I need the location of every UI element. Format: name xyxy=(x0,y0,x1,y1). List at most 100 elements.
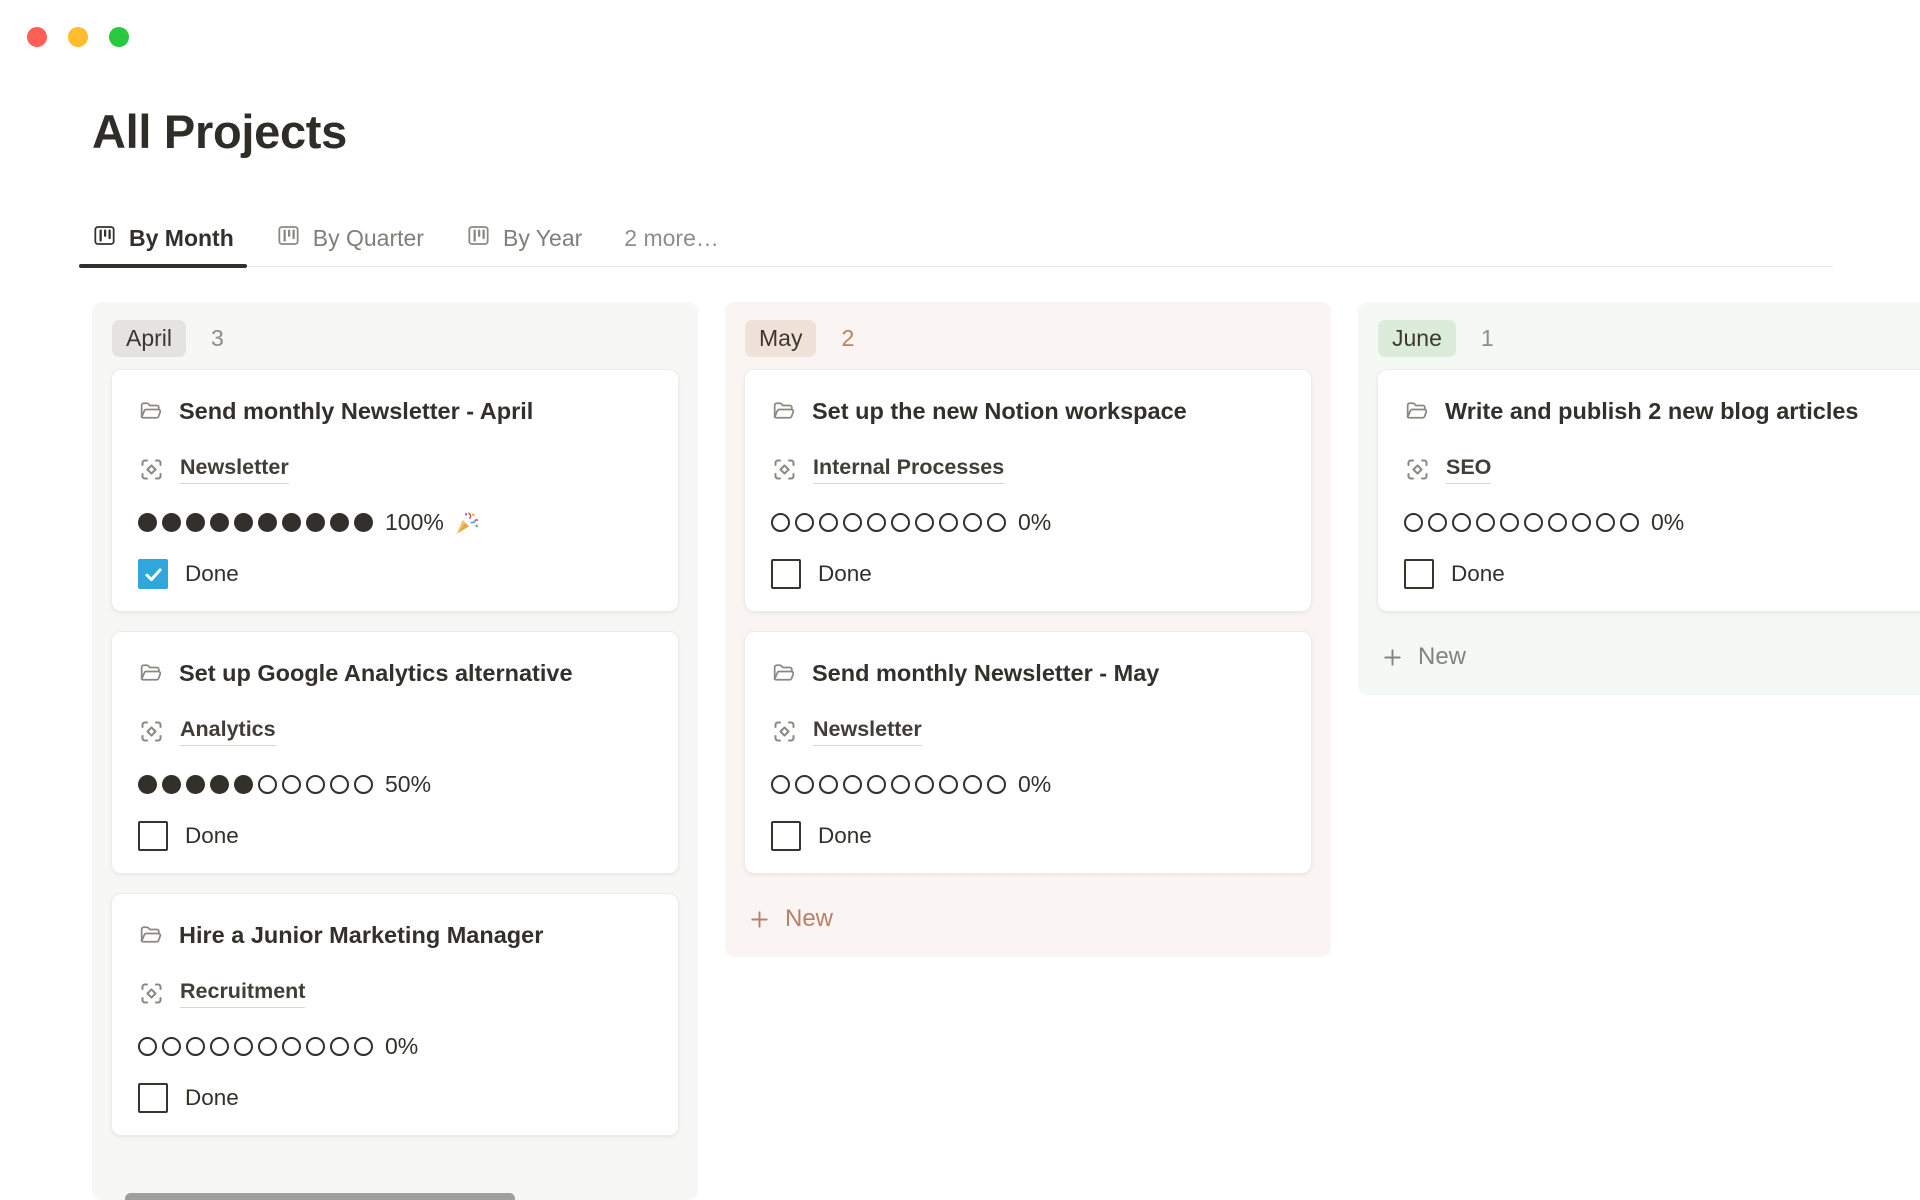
relation-tag[interactable]: Analytics xyxy=(180,717,276,746)
progress-dot xyxy=(1572,513,1591,532)
new-button-label: New xyxy=(1418,643,1466,671)
progress-dot xyxy=(987,513,1006,532)
open-folder-icon xyxy=(771,659,797,697)
progress-percent: 0% xyxy=(1651,509,1684,536)
progress-indicator: 0% xyxy=(1404,509,1918,536)
project-card[interactable]: Set up the new Notion workspaceInternal … xyxy=(744,369,1312,612)
progress-dot xyxy=(891,513,910,532)
progress-dot xyxy=(234,513,253,532)
zoom-window-button[interactable] xyxy=(109,27,129,47)
card-tag-row: SEO xyxy=(1404,455,1918,484)
progress-dot xyxy=(234,1037,253,1056)
relation-icon xyxy=(138,980,165,1007)
open-folder-icon xyxy=(771,397,797,435)
done-label: Done xyxy=(185,561,239,587)
board-view-icon xyxy=(276,223,301,254)
card-title: Send monthly Newsletter - May xyxy=(812,660,1159,686)
done-checkbox-unchecked[interactable] xyxy=(138,821,168,851)
project-card[interactable]: Set up Google Analytics alternativeAnaly… xyxy=(111,631,679,874)
column-cards: Set up the new Notion workspaceInternal … xyxy=(725,369,1331,874)
tabs-more-button[interactable]: 2 more… xyxy=(624,210,719,266)
column-header: April3 xyxy=(92,302,698,369)
progress-dot xyxy=(1476,513,1495,532)
relation-tag[interactable]: Recruitment xyxy=(180,979,305,1008)
tab-by-month[interactable]: By Month xyxy=(92,210,234,266)
progress-dot xyxy=(258,513,277,532)
done-checkbox-unchecked[interactable] xyxy=(1404,559,1434,589)
relation-icon xyxy=(138,718,165,745)
relation-tag[interactable]: Newsletter xyxy=(813,717,922,746)
column-title-pill[interactable]: April xyxy=(112,320,186,357)
plus-icon xyxy=(1381,646,1404,669)
minimize-window-button[interactable] xyxy=(68,27,88,47)
progress-dot xyxy=(282,1037,301,1056)
progress-dot xyxy=(963,775,982,794)
progress-dot xyxy=(1452,513,1471,532)
add-new-card-button[interactable]: New xyxy=(725,893,1331,957)
column-card-count: 1 xyxy=(1481,325,1494,352)
project-card[interactable]: Send monthly Newsletter - April Newslette… xyxy=(111,369,679,612)
progress-dot xyxy=(1500,513,1519,532)
progress-dot xyxy=(795,775,814,794)
column-title-pill[interactable]: June xyxy=(1378,320,1456,357)
progress-indicator: 0% xyxy=(771,771,1285,798)
window-controls xyxy=(27,27,129,47)
relation-tag[interactable]: SEO xyxy=(1446,455,1491,484)
done-checkbox-checked[interactable] xyxy=(138,559,168,589)
progress-dot xyxy=(210,775,229,794)
progress-dot xyxy=(771,775,790,794)
party-popper-icon xyxy=(453,509,480,536)
tab-label: By Month xyxy=(129,225,234,252)
tabs-more-label: 2 more… xyxy=(624,225,719,252)
column-header: June 1 xyxy=(1358,302,1920,369)
done-property-row: Done xyxy=(138,559,652,589)
project-card[interactable]: Send monthly Newsletter - May Newsletter 0… xyxy=(744,631,1312,874)
progress-dot xyxy=(162,775,181,794)
card-tag-row: Analytics xyxy=(138,717,652,746)
card-title: Write and publish 2 new blog articles xyxy=(1445,398,1859,424)
progress-indicator: 100% xyxy=(138,509,652,536)
progress-dot xyxy=(987,775,1006,794)
relation-tag[interactable]: Internal Processes xyxy=(813,455,1004,484)
project-card[interactable]: Hire a Junior Marketing ManagerRecruitme… xyxy=(111,893,679,1136)
progress-dot xyxy=(186,775,205,794)
relation-tag[interactable]: Newsletter xyxy=(180,455,289,484)
card-title-row: Send monthly Newsletter - May xyxy=(771,654,1285,697)
column-title-pill[interactable]: May xyxy=(745,320,816,357)
progress-indicator: 0% xyxy=(771,509,1285,536)
project-card[interactable]: Write and publish 2 new blog articles SEO… xyxy=(1377,369,1920,612)
plus-icon xyxy=(748,908,771,931)
card-title: Send monthly Newsletter - April xyxy=(179,398,533,424)
tab-label: By Year xyxy=(503,225,582,252)
horizontal-scrollbar-thumb[interactable] xyxy=(125,1193,515,1200)
progress-dot xyxy=(354,775,373,794)
add-new-card-button[interactable]: New xyxy=(1358,631,1920,695)
relation-icon xyxy=(771,718,798,745)
done-checkbox-unchecked[interactable] xyxy=(138,1083,168,1113)
done-checkbox-unchecked[interactable] xyxy=(771,821,801,851)
done-property-row: Done xyxy=(771,821,1285,851)
card-title-row: Write and publish 2 new blog articles xyxy=(1404,392,1918,435)
progress-dot xyxy=(330,513,349,532)
close-window-button[interactable] xyxy=(27,27,47,47)
done-checkbox-unchecked[interactable] xyxy=(771,559,801,589)
done-property-row: Done xyxy=(138,1083,652,1113)
page-title: All Projects xyxy=(92,104,347,159)
card-tag-row: Internal Processes xyxy=(771,455,1285,484)
progress-dot xyxy=(330,1037,349,1056)
progress-dot xyxy=(138,775,157,794)
done-label: Done xyxy=(185,1085,239,1111)
tab-by-quarter[interactable]: By Quarter xyxy=(276,210,424,266)
done-property-row: Done xyxy=(1404,559,1918,589)
board-column-june: June 1 Write and publish 2 new blog articl… xyxy=(1358,302,1920,695)
progress-dot xyxy=(819,775,838,794)
board-column-may: May2Set up the new Notion workspaceInter… xyxy=(725,302,1331,957)
progress-dot xyxy=(771,513,790,532)
progress-percent: 50% xyxy=(385,771,431,798)
progress-dot xyxy=(138,513,157,532)
open-folder-icon xyxy=(138,921,164,959)
progress-dot xyxy=(234,775,253,794)
progress-dot xyxy=(282,775,301,794)
progress-percent: 0% xyxy=(385,1033,418,1060)
tab-by-year[interactable]: By Year xyxy=(466,210,582,266)
